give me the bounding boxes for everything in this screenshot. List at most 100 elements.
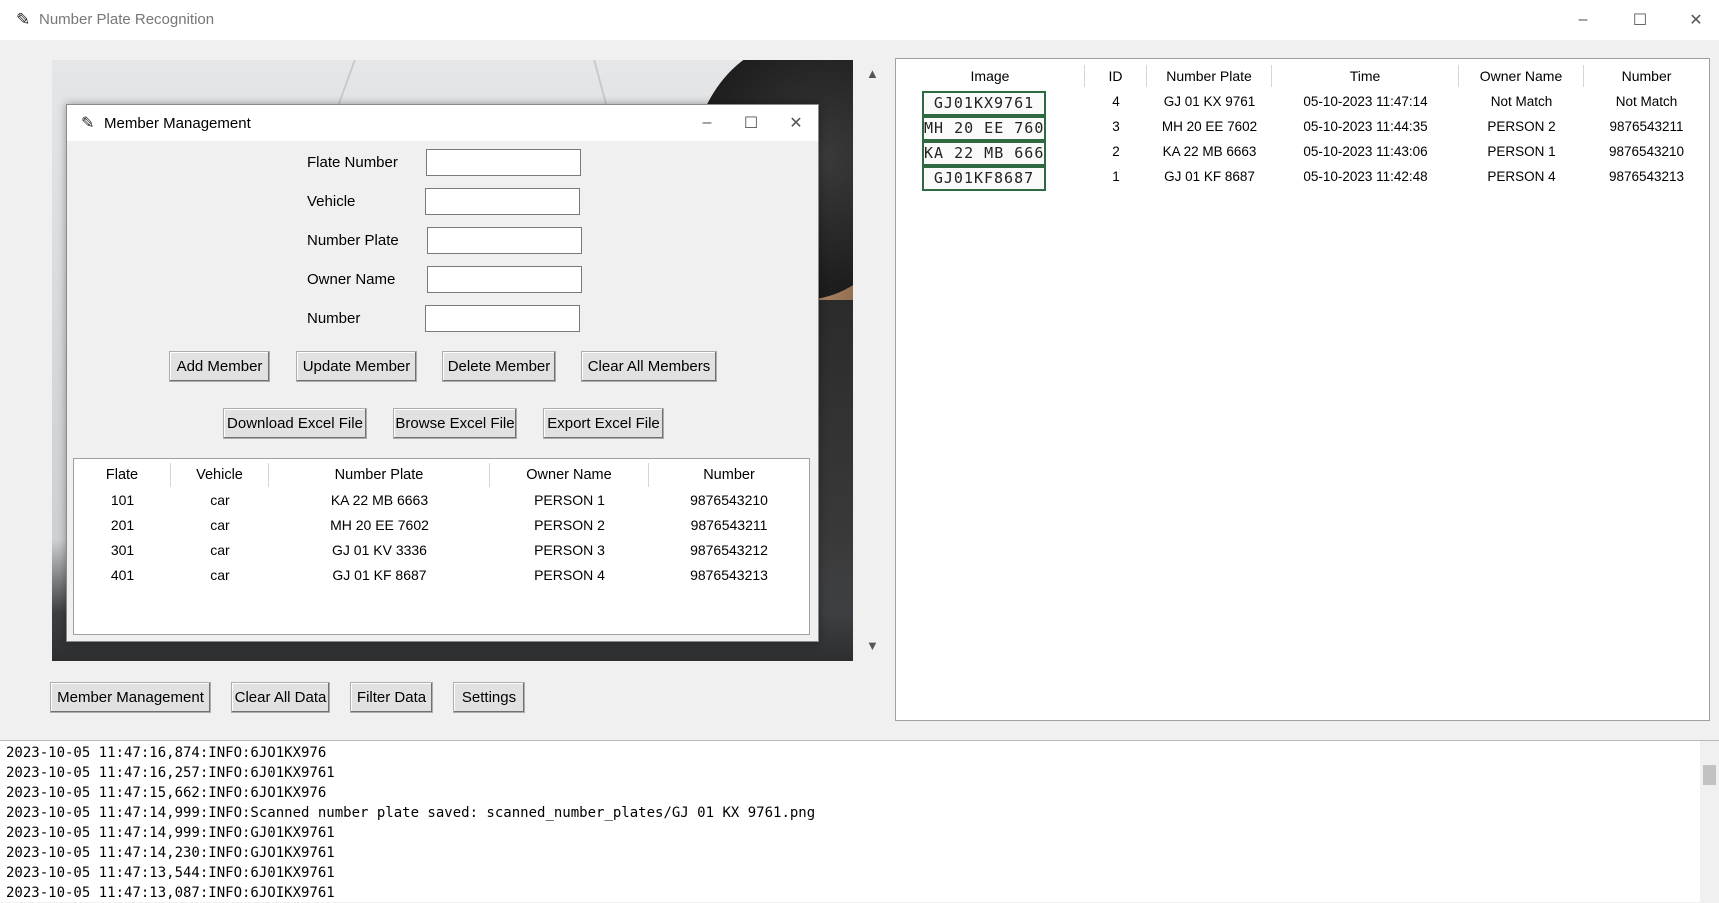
scrollbar-thumb[interactable]	[1703, 765, 1716, 785]
settings-button[interactable]: Settings	[453, 682, 525, 713]
cell-id: 3	[1112, 119, 1120, 134]
cell-owner: PERSON 1	[534, 492, 605, 508]
plate-image: KA 22 MB 6663	[922, 141, 1046, 166]
cell-number: 9876543211	[1609, 119, 1684, 134]
column-header-time[interactable]: Time	[1272, 65, 1459, 87]
clear-all-data-button[interactable]: Clear All Data	[231, 682, 330, 713]
log-scrollbar[interactable]	[1700, 741, 1719, 903]
feather-icon: ✎	[81, 115, 95, 132]
column-header-number[interactable]: Number	[1584, 65, 1709, 87]
delete-member-button[interactable]: Delete Member	[442, 351, 556, 382]
dialog-close-button[interactable]: ✕	[774, 105, 818, 141]
cell-vehicle: car	[210, 517, 230, 533]
cell-number: Not Match	[1615, 94, 1678, 109]
filter-data-button[interactable]: Filter Data	[350, 682, 433, 713]
member-management-dialog: ✎ Member Management – ☐ ✕ Flate Number V…	[66, 104, 819, 642]
column-header-id[interactable]: ID	[1085, 65, 1147, 87]
scroll-up-arrow-icon[interactable]: ▲	[866, 66, 879, 81]
log-line: 2023-10-05 11:47:14,230:INFO:GJO1KX9761	[6, 845, 335, 861]
dialog-minimize-button[interactable]: –	[685, 105, 729, 141]
main-title-bar: ✎ Number Plate Recognition – ☐ ✕	[0, 0, 1719, 40]
dialog-title-bar[interactable]: ✎ Member Management – ☐ ✕	[67, 105, 818, 141]
column-header-flate[interactable]: Flate	[74, 463, 171, 487]
cell-vehicle: car	[210, 567, 230, 583]
cell-owner: PERSON 1	[1487, 144, 1556, 159]
cell-plate: GJ 01 KV 3336	[332, 542, 427, 558]
browse-excel-button[interactable]: Browse Excel File	[393, 408, 517, 439]
cell-number: 9876543212	[690, 542, 768, 558]
maximize-button[interactable]: ☐	[1617, 0, 1663, 40]
vehicle-input[interactable]	[425, 188, 580, 215]
cell-number: 9876543211	[690, 517, 768, 533]
column-header-number[interactable]: Number	[649, 463, 809, 487]
cell-plate: GJ 01 KF 8687	[332, 567, 427, 583]
cell-flate: 401	[110, 567, 135, 583]
dialog-title: Member Management	[104, 115, 251, 132]
log-line: 2023-10-05 11:47:15,662:INFO:6JO1KX976	[6, 785, 327, 801]
export-excel-button[interactable]: Export Excel File	[543, 408, 664, 439]
cell-flate: 201	[110, 517, 135, 533]
cell-plate: KA 22 MB 6663	[1162, 144, 1257, 159]
log-line: 2023-10-05 11:47:14,999:INFO:Scanned num…	[6, 805, 816, 821]
column-header-vehicle[interactable]: Vehicle	[171, 463, 269, 487]
cell-owner: PERSON 2	[534, 517, 605, 533]
cell-flate: 101	[110, 492, 135, 508]
number-input[interactable]	[425, 305, 580, 332]
log-line: 2023-10-05 11:47:13,087:INFO:6JOIKX9761	[6, 885, 335, 901]
feather-icon: ✎	[16, 10, 31, 29]
cell-plate: KA 22 MB 6663	[330, 492, 429, 508]
cell-number: 9876543213	[690, 567, 768, 583]
plate-image: GJ01KX9761	[922, 91, 1046, 116]
update-member-button[interactable]: Update Member	[296, 351, 417, 382]
cell-id: 1	[1112, 169, 1120, 184]
download-excel-button[interactable]: Download Excel File	[223, 408, 367, 439]
number-plate-label: Number Plate	[307, 232, 399, 249]
column-header-number-plate[interactable]: Number Plate	[1147, 65, 1272, 87]
column-header-owner-name[interactable]: Owner Name	[1459, 65, 1584, 87]
cell-plate: MH 20 EE 7602	[1161, 119, 1258, 134]
plate-image: GJ01KF8687	[922, 166, 1046, 191]
log-line: 2023-10-05 11:47:13,544:INFO:6J01KX9761	[6, 865, 335, 881]
number-label: Number	[307, 310, 361, 327]
number-plate-input[interactable]	[427, 227, 582, 254]
scroll-down-arrow-icon[interactable]: ▼	[866, 638, 879, 653]
cell-number: 9876543210	[690, 492, 768, 508]
column-header-number-plate[interactable]: Number Plate	[269, 463, 490, 487]
log-output[interactable]: 2023-10-05 11:47:16,874:INFO:6JO1KX976 2…	[0, 740, 1719, 903]
cell-owner: PERSON 4	[1487, 169, 1556, 184]
cell-number: 9876543213	[1608, 169, 1685, 184]
plate-image: MH 20 EE 7602	[922, 116, 1046, 141]
flate-number-label: Flate Number	[307, 154, 398, 171]
column-header-image[interactable]: Image	[896, 65, 1085, 87]
cell-flate: 301	[110, 542, 135, 558]
cell-time: 05-10-2023 11:44:35	[1303, 119, 1428, 134]
cell-id: 2	[1112, 144, 1120, 159]
cell-owner: Not Match	[1490, 94, 1553, 109]
cell-id: 4	[1112, 94, 1120, 109]
detections-table: Image ID Number Plate Time Owner Name Nu…	[895, 58, 1710, 721]
log-line: 2023-10-05 11:47:16,874:INFO:6JO1KX976	[6, 745, 327, 761]
owner-name-input[interactable]	[427, 266, 582, 293]
members-table: Flate Vehicle Number Plate Owner Name Nu…	[73, 458, 810, 635]
column-header-owner-name[interactable]: Owner Name	[490, 463, 649, 487]
clear-all-members-button[interactable]: Clear All Members	[581, 351, 717, 382]
cell-time: 05-10-2023 11:47:14	[1303, 94, 1428, 109]
add-member-button[interactable]: Add Member	[169, 351, 270, 382]
minimize-button[interactable]: –	[1560, 0, 1606, 40]
cell-time: 05-10-2023 11:43:06	[1303, 144, 1428, 159]
log-line: 2023-10-05 11:47:16,257:INFO:6J01KX9761	[6, 765, 335, 781]
cell-time: 05-10-2023 11:42:48	[1303, 169, 1428, 184]
flate-number-input[interactable]	[426, 149, 581, 176]
cell-plate: GJ 01 KX 9761	[1163, 94, 1256, 109]
close-button[interactable]: ✕	[1673, 0, 1719, 40]
vehicle-label: Vehicle	[307, 193, 356, 210]
cell-owner: PERSON 4	[534, 567, 605, 583]
cell-owner: PERSON 2	[1487, 119, 1556, 134]
dialog-maximize-button[interactable]: ☐	[729, 105, 773, 141]
cell-owner: PERSON 3	[534, 542, 605, 558]
member-management-button[interactable]: Member Management	[50, 682, 211, 713]
cell-plate: GJ 01 KF 8687	[1164, 169, 1255, 184]
cell-number: 9876543210	[1608, 144, 1685, 159]
cell-vehicle: car	[210, 542, 230, 558]
owner-name-label: Owner Name	[307, 271, 396, 288]
